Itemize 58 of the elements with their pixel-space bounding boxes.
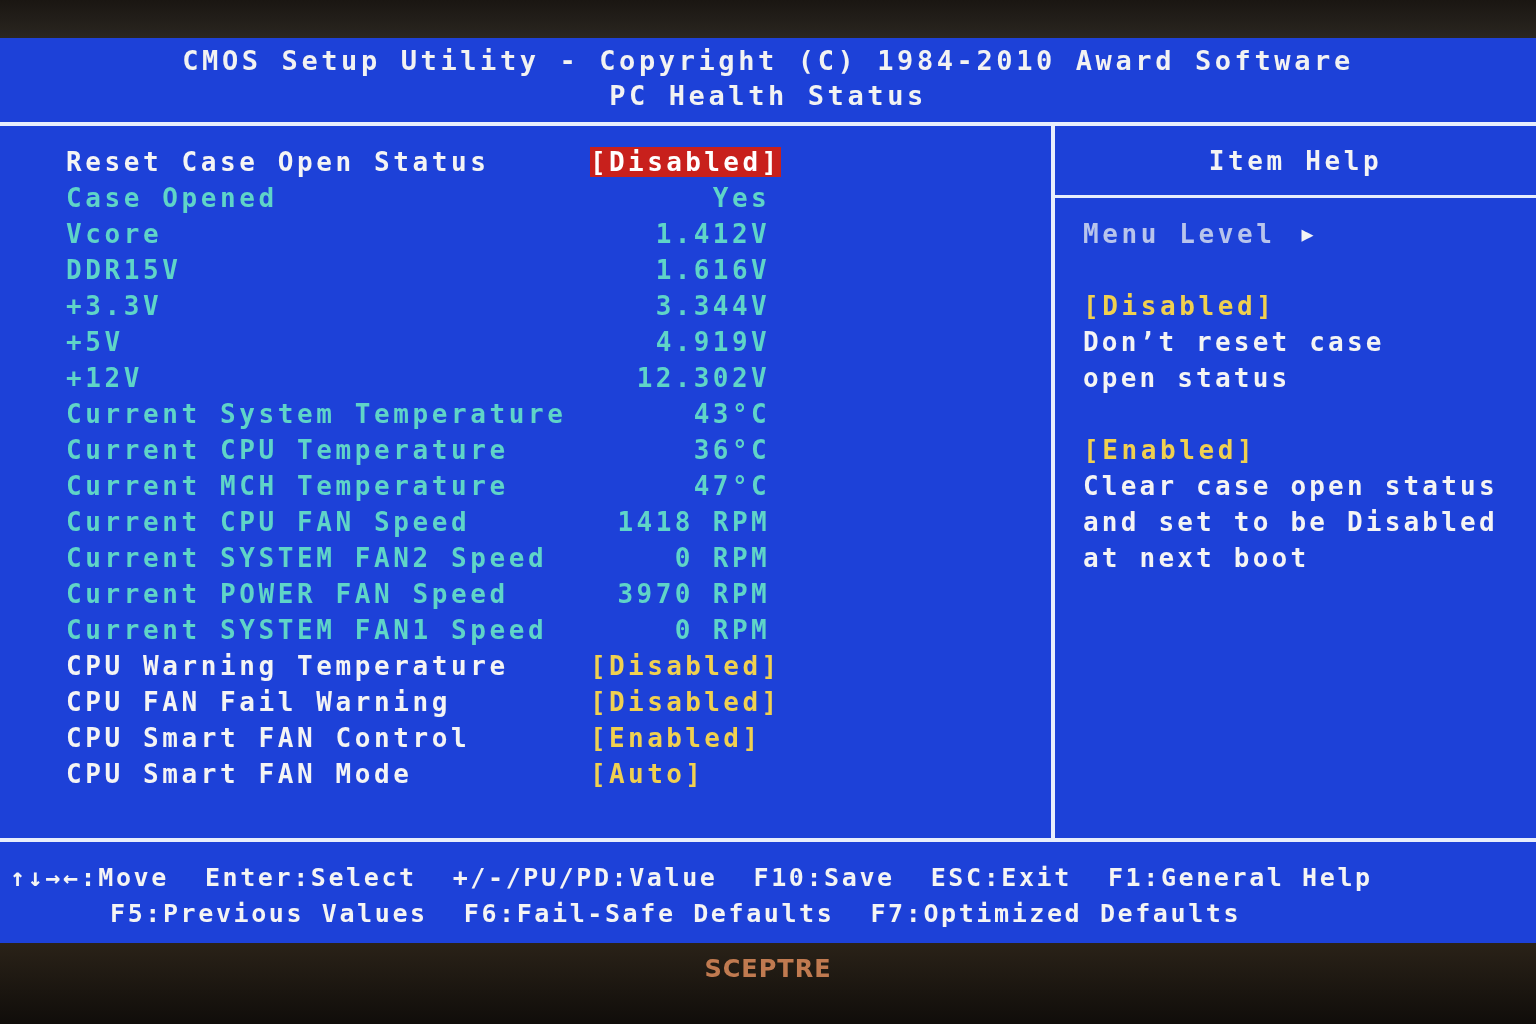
page-title: PC Health Status: [609, 80, 927, 111]
menu-level-marker: ▶: [1301, 222, 1314, 246]
reading-label: Current POWER FAN Speed: [66, 579, 510, 609]
setting-value[interactable]: [Disabled]: [590, 687, 781, 717]
setting-label[interactable]: CPU Warning Temperature: [66, 651, 590, 681]
key-hint: ↑↓→←:Move: [10, 861, 169, 894]
setting-value[interactable]: [Disabled]: [590, 147, 781, 177]
help-text: Clear case open status: [1083, 470, 1499, 503]
setting-value[interactable]: [Enabled]: [590, 723, 762, 753]
setting-label[interactable]: CPU Smart FAN Control: [66, 723, 590, 753]
reading-value: 3.344V: [655, 291, 770, 321]
help-text: at next boot: [1083, 542, 1311, 575]
reading-value: 12.302V: [636, 363, 770, 393]
key-hint: F1:General Help: [1107, 861, 1373, 894]
reading-label: Current MCH Temperature: [66, 471, 510, 501]
key-hint: F6:Fail-Safe Defaults: [463, 897, 835, 930]
reading-value: 43°C: [693, 399, 770, 429]
setting-value[interactable]: [Auto]: [590, 759, 705, 789]
reading-value: 0 RPM: [674, 543, 770, 573]
reading-label: +3.3V: [66, 291, 164, 321]
key-hint: F10:Save: [753, 861, 895, 894]
key-hint: +/-/PU/PD:Value: [452, 861, 718, 894]
key-hint: Enter:Select: [204, 861, 417, 894]
reading-value: 3970 RPM: [617, 579, 770, 609]
reading-label: Current System Temperature: [66, 399, 568, 429]
help-text: Don’t reset case: [1083, 326, 1386, 359]
reading-label: Current CPU Temperature: [66, 435, 510, 465]
reading-value: 1418 RPM: [617, 507, 770, 537]
help-option: [Enabled]: [1083, 432, 1536, 468]
reading-value: 0 RPM: [674, 615, 770, 645]
setting-label[interactable]: CPU Smart FAN Mode: [66, 759, 590, 789]
brand-logo: SCEPTRE: [704, 955, 832, 985]
reading-label: Current SYSTEM FAN2 Speed: [66, 543, 549, 573]
setting-value[interactable]: [Disabled]: [590, 651, 781, 681]
reading-label: Vcore: [66, 219, 164, 249]
key-hint: ESC:Exit: [930, 861, 1072, 894]
reading-value: 4.919V: [655, 327, 770, 357]
reading-value: 1.412V: [655, 219, 770, 249]
reading-value: 47°C: [693, 471, 770, 501]
reading-label: DDR15V: [66, 255, 183, 285]
reading-value: 1.616V: [655, 255, 770, 285]
reading-label: +12V: [66, 363, 144, 393]
setting-label[interactable]: CPU FAN Fail Warning: [66, 687, 590, 717]
setting-label[interactable]: Reset Case Open Status: [66, 147, 590, 177]
help-text: open status: [1083, 362, 1292, 395]
help-title: Item Help: [1208, 145, 1383, 176]
window-title: CMOS Setup Utility - Copyright (C) 1984-2010 Award Software: [182, 45, 1354, 76]
menu-level-label: Menu Level: [1083, 219, 1276, 249]
reading-label: Case Opened: [66, 183, 279, 213]
help-option: [Disabled]: [1083, 288, 1536, 324]
reading-label: +5V: [66, 327, 125, 357]
key-hint: F7:Optimized Defaults: [870, 897, 1242, 930]
key-hint: F5:Previous Values: [110, 897, 428, 930]
reading-label: Current CPU FAN Speed: [66, 507, 472, 537]
reading-label: Current SYSTEM FAN1 Speed: [66, 615, 549, 645]
help-text: and set to be Disabled: [1083, 506, 1499, 539]
reading-value: 36°C: [693, 435, 770, 465]
reading-value: Yes: [712, 183, 770, 213]
